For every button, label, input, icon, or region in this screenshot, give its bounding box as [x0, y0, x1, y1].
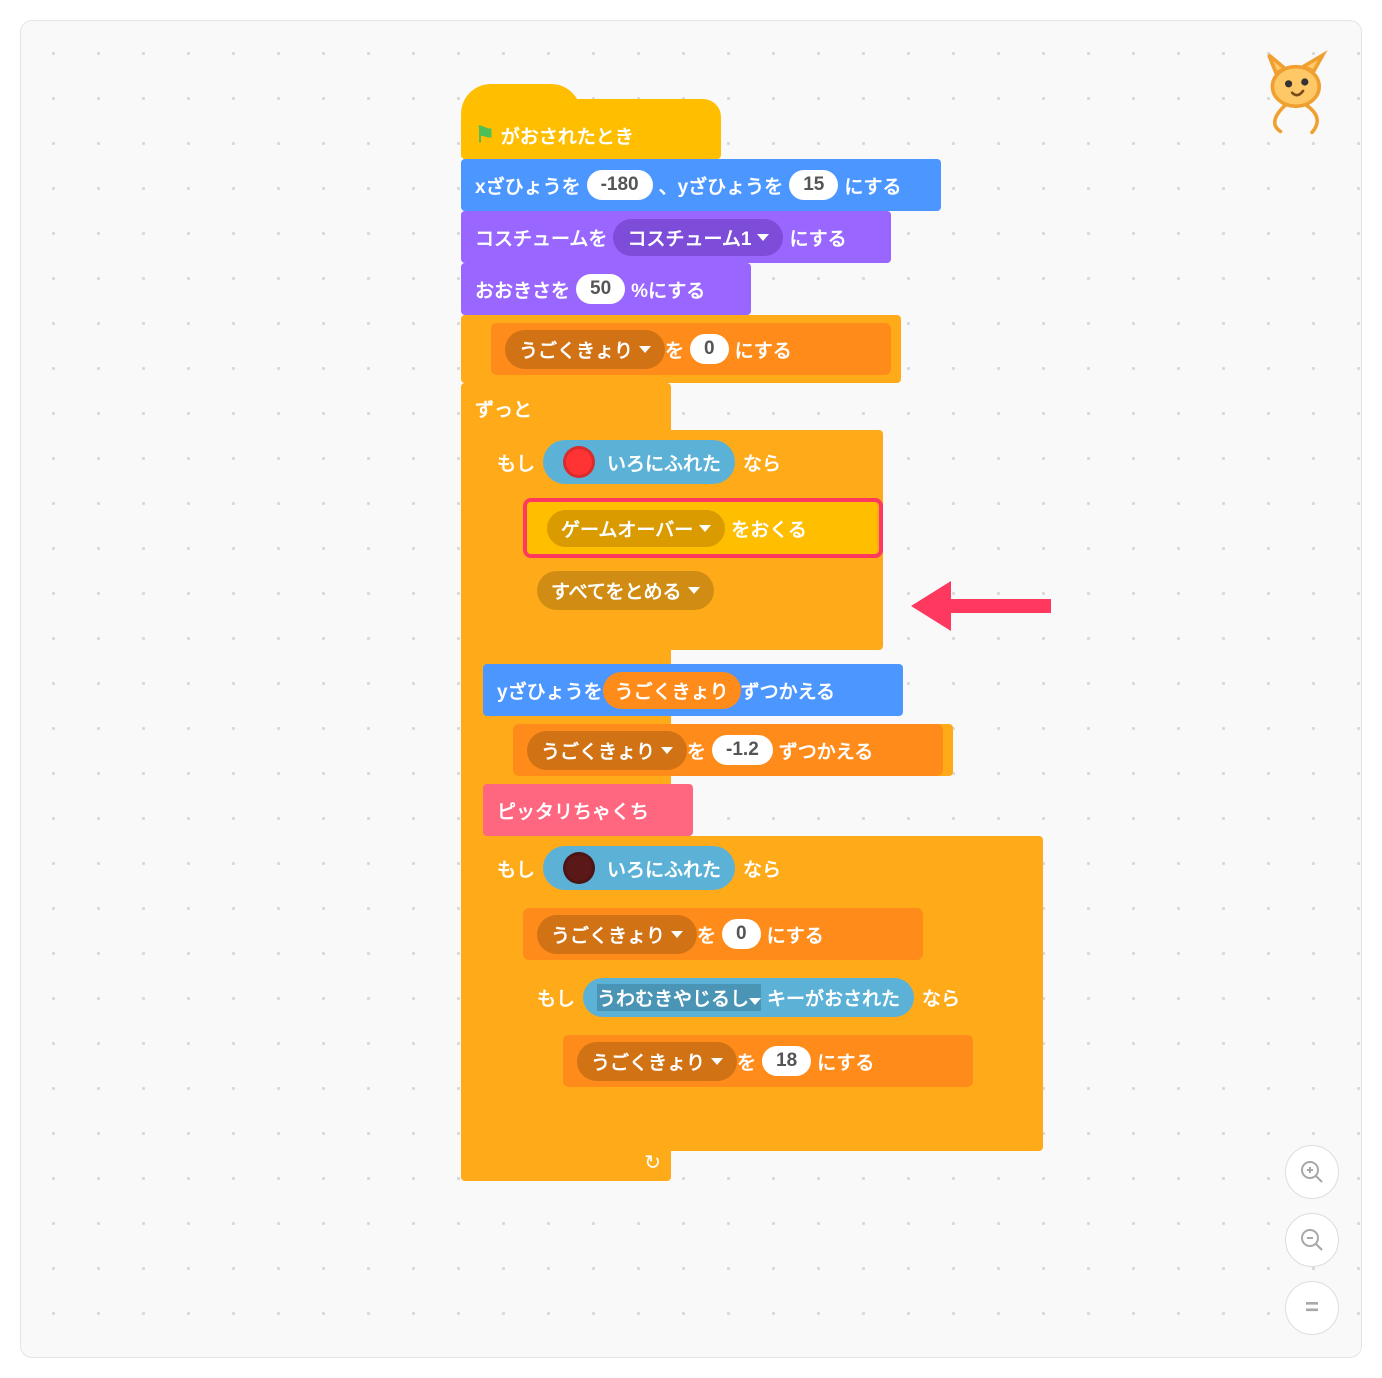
variable-dropdown[interactable]: うごくきょり — [527, 731, 687, 770]
set-variable-block-1[interactable]: うごくきょり を 0 にする — [491, 323, 891, 375]
change-variable-block[interactable]: うごくきょり を -1.2 ずつかえる — [513, 724, 943, 776]
stop-block[interactable]: すべてをとめる — [523, 564, 783, 616]
zoom-controls: = — [1285, 1145, 1339, 1335]
stop-dropdown[interactable]: すべてをとめる — [537, 571, 714, 610]
goto-xy-block[interactable]: xざひょうを -180 、yざひょうを 15 にする — [461, 159, 941, 211]
change-var-wrapper: うごくきょり を -1.2 ずつかえる — [483, 724, 953, 776]
highlighted-block-frame: ゲームオーバー をおくる — [523, 498, 883, 558]
costume-dropdown[interactable]: コスチューム1 — [613, 219, 783, 256]
zoom-out-button[interactable] — [1285, 1213, 1339, 1267]
variable-reporter[interactable]: うごくきょり — [603, 672, 741, 709]
switch-costume-block[interactable]: コスチュームを コスチューム1 にする — [461, 211, 891, 263]
hat-label: がおされたとき — [501, 122, 634, 149]
message-dropdown[interactable]: ゲームオーバー — [547, 510, 725, 547]
key-pressed-sensor[interactable]: うわむきやじるし キーがおされた — [583, 978, 914, 1017]
size-input[interactable]: 50 — [576, 274, 625, 304]
green-flag-icon: ⚑ — [475, 122, 495, 148]
loop-arrow-icon: ↻ — [644, 1150, 661, 1175]
variable-dropdown[interactable]: うごくきょり — [537, 915, 697, 954]
key-dropdown[interactable]: うわむきやじるし — [597, 984, 761, 1011]
change-y-block[interactable]: yざひょうを うごくきょり ずつかえる — [483, 664, 903, 716]
broadcast-block[interactable]: ゲームオーバー をおくる — [527, 502, 877, 554]
custom-block[interactable]: ピッタリちゃくち — [483, 784, 693, 836]
set-size-block[interactable]: おおきさを 50 %にする — [461, 263, 751, 315]
zoom-reset-button[interactable]: = — [1285, 1281, 1339, 1335]
x-input[interactable]: -180 — [587, 170, 653, 200]
block-stack[interactable]: ⚑ がおされたとき xざひょうを -180 、yざひょうを 15 にする コスチ… — [461, 99, 941, 1181]
zoom-in-icon — [1299, 1159, 1325, 1185]
script-canvas[interactable]: ⚑ がおされたとき xざひょうを -180 、yざひょうを 15 にする コスチ… — [20, 20, 1362, 1358]
change-value-input[interactable]: -1.2 — [712, 735, 773, 765]
variable-dropdown[interactable]: うごくきょり — [577, 1042, 737, 1081]
set-variable-block-2[interactable]: うごくきょり を 0 にする — [523, 908, 923, 960]
variable-dropdown[interactable]: うごくきょり — [505, 330, 665, 369]
y-input[interactable]: 15 — [789, 170, 838, 200]
color-picker-red[interactable] — [563, 446, 595, 478]
annotation-arrow — [911, 566, 1061, 646]
set-variable-block-3[interactable]: うごくきょり を 18 にする — [563, 1035, 973, 1087]
set-variable-wrapper: うごくきょり を 0 にする — [461, 315, 901, 383]
scratch-cat-watermark — [1249, 46, 1339, 136]
if-block-key[interactable]: もし うわむきやじるし キーがおされた なら — [523, 968, 1033, 1123]
zoom-out-icon — [1299, 1227, 1325, 1253]
zoom-in-button[interactable] — [1285, 1145, 1339, 1199]
var-value-input[interactable]: 0 — [690, 334, 729, 364]
color-picker-dark[interactable] — [563, 852, 595, 884]
equals-icon: = — [1305, 1294, 1319, 1322]
if-block-red[interactable]: もし いろにふれた なら — [483, 430, 883, 650]
if-block-ground[interactable]: もし いろにふれた なら — [483, 836, 1043, 1151]
forever-block[interactable]: ずっと もし いろにふれた なら — [461, 383, 671, 1181]
touching-color-sensor[interactable]: いろにふれた — [543, 440, 735, 484]
touching-color-sensor-2[interactable]: いろにふれた — [543, 846, 735, 890]
when-flag-clicked-block[interactable]: ⚑ がおされたとき — [461, 99, 721, 159]
